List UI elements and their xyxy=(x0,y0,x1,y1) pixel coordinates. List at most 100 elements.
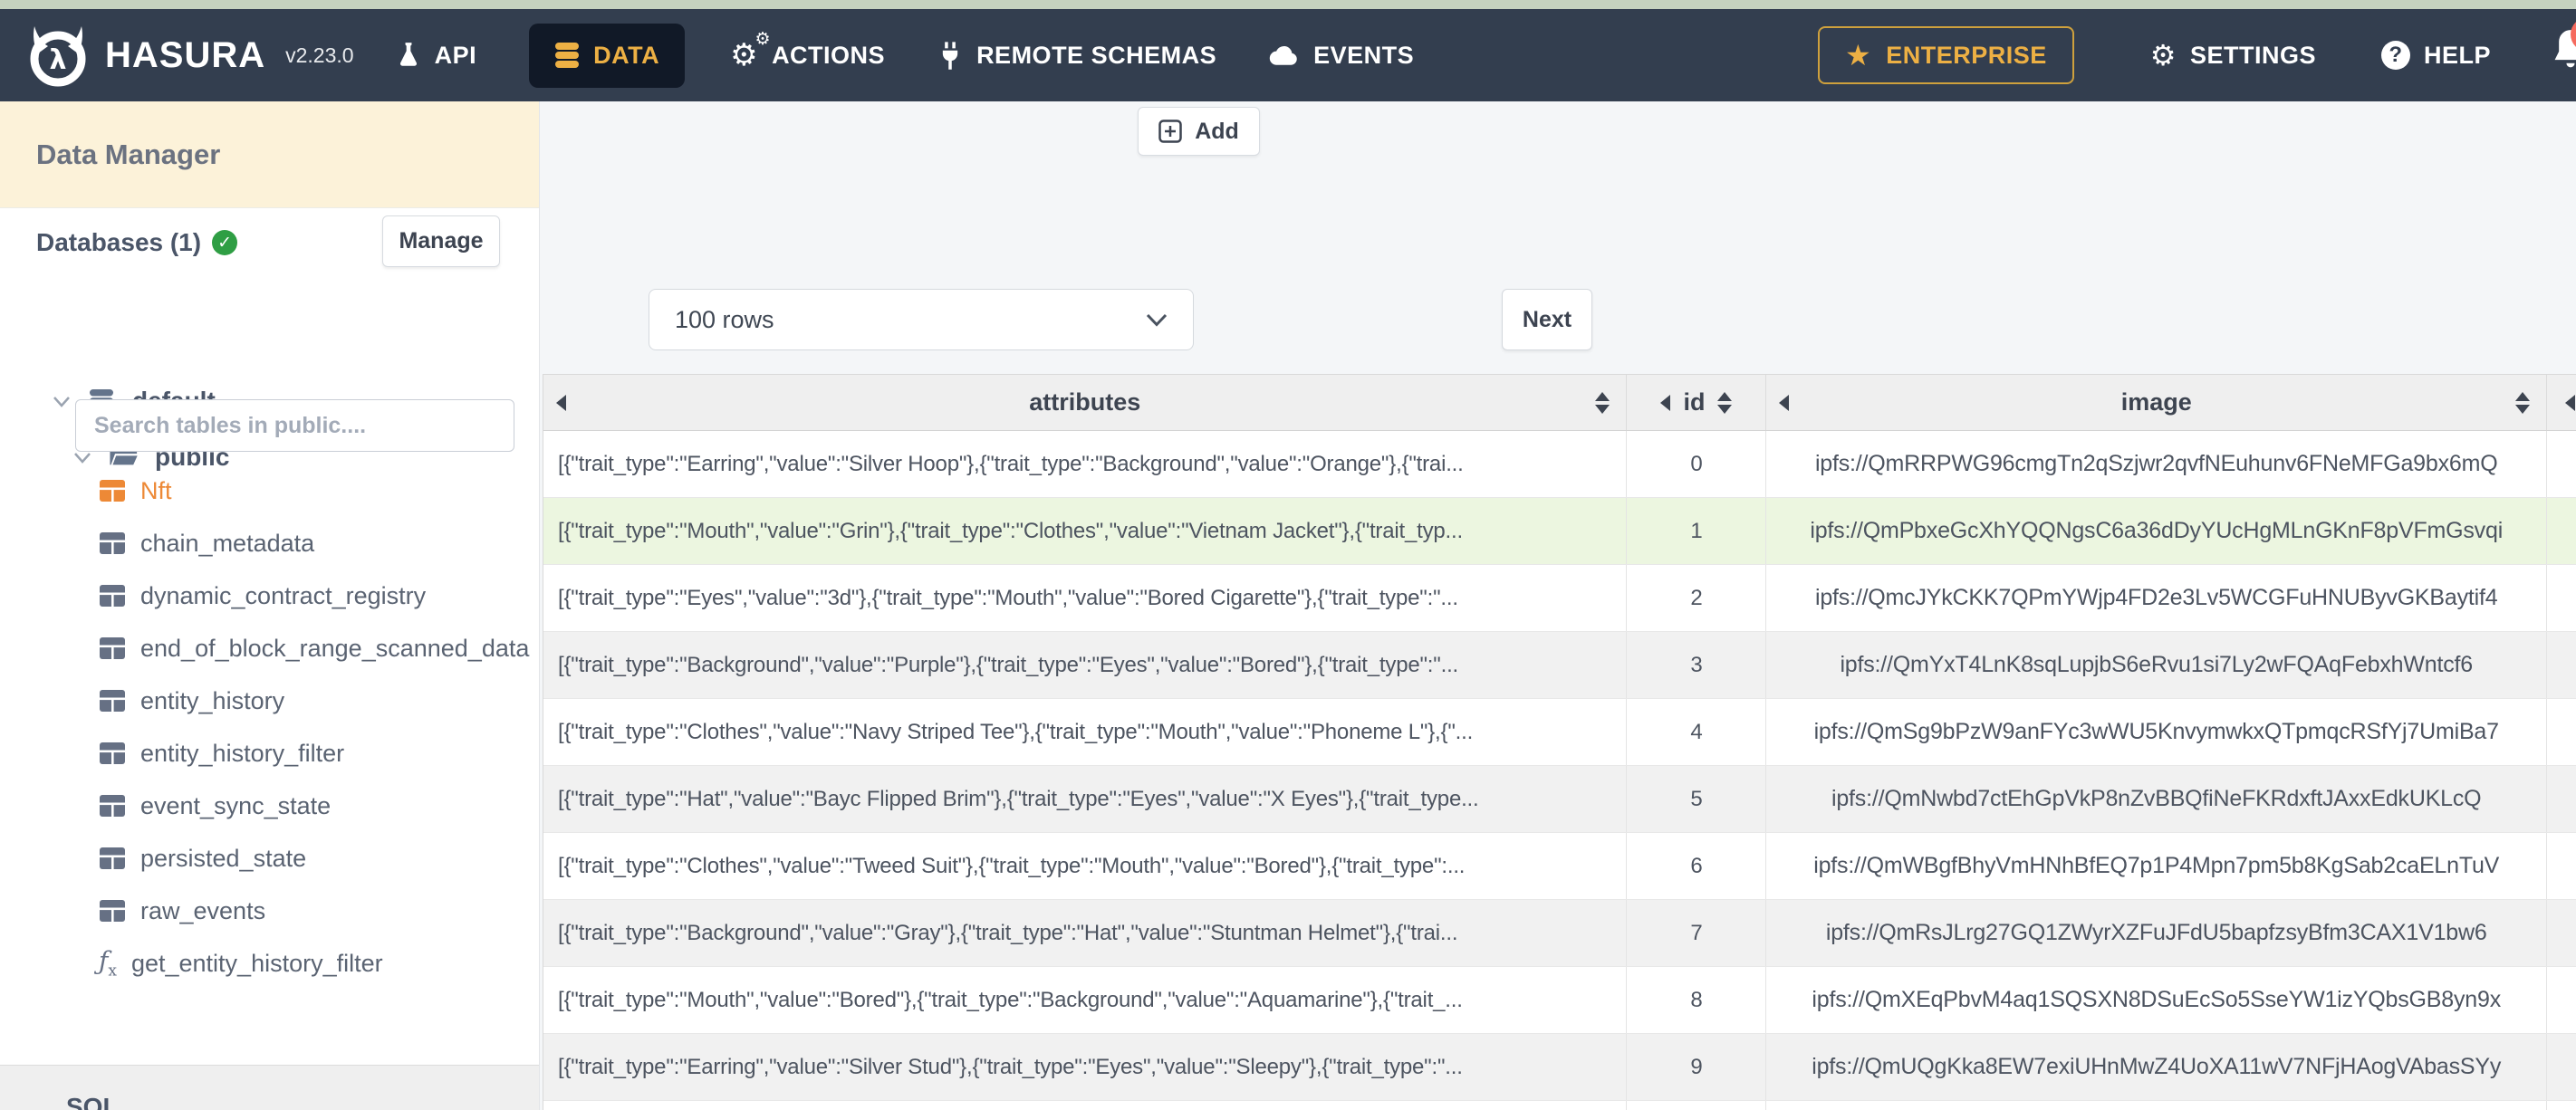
nav-item-remote-schemas[interactable]: REMOTE SCHEMAS xyxy=(937,41,1216,70)
table-row[interactable]: [{"trait_type":"Clothes","value":"Navy S… xyxy=(543,699,2576,766)
data-manager-header: Data Manager xyxy=(0,101,539,208)
cell-id[interactable]: 1 xyxy=(1627,498,1767,564)
cell-clipped xyxy=(2547,833,2576,899)
function-name: get_entity_history_filter xyxy=(130,949,383,977)
cell-id[interactable]: 4 xyxy=(1627,699,1767,765)
cell-attributes[interactable]: [{"trait_type":"Background","value":"Pur… xyxy=(543,632,1628,698)
cell-attributes[interactable]: [{"trait_type":"Mouth","value":"Grin"},{… xyxy=(543,498,1628,564)
cell-id[interactable]: 8 xyxy=(1627,967,1767,1033)
cell-clipped xyxy=(2547,1034,2576,1100)
table-icon xyxy=(99,636,126,660)
rows-per-page-select[interactable]: 100 rows xyxy=(649,289,1194,350)
sidebar-table-item[interactable]: dynamic_contract_registry xyxy=(0,569,539,622)
table-icon xyxy=(99,899,126,923)
collapse-column-icon[interactable] xyxy=(1660,394,1671,411)
table-row[interactable]: [{"trait_type":"Eyes","value":"3d"},{"tr… xyxy=(543,565,2576,632)
cell-attributes[interactable]: [{"trait_type":"Clothes","value":"Tweed … xyxy=(543,833,1628,899)
cell-attributes[interactable]: [{"trait_type":"Eyes","value":"3d"},{"tr… xyxy=(543,565,1628,631)
cell-attributes[interactable]: [{"trait_type":"Earring","value":"Silver… xyxy=(543,431,1628,497)
chevron-down-icon[interactable] xyxy=(53,396,71,407)
column-header-attributes[interactable]: attributes xyxy=(543,375,1628,430)
table-row[interactable]: [{"trait_type":"Mouth","value":"Bored"},… xyxy=(543,967,2576,1034)
cell-image[interactable]: ipfs://QmRRPWG96cmgTn2qSzjwr2qvfNEuhunv6… xyxy=(1766,431,2548,497)
cell-image[interactable]: ipfs://QmRsJLrg27GQ1ZWyrXZFuJFdU5bapfzsy… xyxy=(1766,900,2548,966)
nav-item-api[interactable]: API xyxy=(396,42,477,70)
collapse-column-icon[interactable] xyxy=(556,394,566,411)
cell-clipped xyxy=(2547,632,2576,698)
enterprise-button[interactable]: ★ ENTERPRISE xyxy=(1818,26,2074,84)
column-header-image[interactable]: image xyxy=(1766,375,2548,430)
chevron-down-icon[interactable] xyxy=(73,452,91,464)
table-row[interactable]: [{"trait_type":"Background","value":"Gra… xyxy=(543,900,2576,967)
cell-image[interactable]: ipfs://QmUQgKka8EW7exiUHnMwZ4UoXA11wV7NF… xyxy=(1766,1034,2548,1100)
cell-id[interactable]: 9 xyxy=(1627,1034,1767,1100)
cell-id[interactable]: 3 xyxy=(1627,632,1767,698)
cell-image[interactable]: ipfs://QmSg9bPzW9anFYc3wWU5KnvymwkxQTpmq… xyxy=(1766,699,2548,765)
cell-image[interactable]: ipfs://QmYxT4LnK8sqLupjbS6eRvu1si7Ly2wFQ… xyxy=(1766,632,2548,698)
settings-button[interactable]: ⚙ SETTINGS xyxy=(2150,41,2316,70)
cell-image[interactable] xyxy=(1766,1101,2548,1110)
table-row[interactable] xyxy=(543,1101,2576,1110)
cell-attributes[interactable] xyxy=(543,1101,1628,1110)
sort-icon[interactable] xyxy=(1717,391,1733,414)
cell-attributes[interactable]: [{"trait_type":"Hat","value":"Bayc Flipp… xyxy=(543,766,1628,832)
sidebar-footer: SQL xyxy=(0,1065,539,1110)
cell-attributes[interactable]: [{"trait_type":"Mouth","value":"Bored"},… xyxy=(543,967,1628,1033)
column-header-id[interactable]: id xyxy=(1627,375,1767,430)
sidebar-table-item[interactable]: event_sync_state xyxy=(0,780,539,832)
notifications-button[interactable]: 8 xyxy=(2551,17,2576,82)
table-row[interactable]: [{"trait_type":"Mouth","value":"Grin"},{… xyxy=(543,498,2576,565)
table-row[interactable]: [{"trait_type":"Earring","value":"Silver… xyxy=(543,1034,2576,1101)
search-input[interactable] xyxy=(75,399,514,452)
cell-id[interactable]: 6 xyxy=(1627,833,1767,899)
cell-id[interactable]: 5 xyxy=(1627,766,1767,832)
cell-clipped xyxy=(2547,766,2576,832)
cell-image[interactable]: ipfs://QmcJYkCKK7QPmYWjp4FD2e3Lv5WCGFuHN… xyxy=(1766,565,2548,631)
table-row[interactable]: [{"trait_type":"Hat","value":"Bayc Flipp… xyxy=(543,766,2576,833)
manage-button[interactable]: Manage xyxy=(382,215,500,267)
cell-image[interactable]: ipfs://QmXEqPbvM4aq1SQSXN8DSuEcSo5SseYW1… xyxy=(1766,967,2548,1033)
check-icon: ✓ xyxy=(212,230,238,255)
sidebar-table-item[interactable]: raw_events xyxy=(0,885,539,937)
sidebar-function-item[interactable]: ƒx get_entity_history_filter xyxy=(0,937,539,990)
cell-image[interactable]: ipfs://QmPbxeGcXhYQQNgsC6a36dDyYUcHgMLnG… xyxy=(1766,498,2548,564)
table-icon xyxy=(99,584,126,608)
cell-id[interactable]: 2 xyxy=(1627,565,1767,631)
next-page-button[interactable]: Next xyxy=(1502,289,1592,350)
nav-item-events[interactable]: EVENTS xyxy=(1269,42,1414,70)
sql-link[interactable]: SQL xyxy=(66,1093,119,1110)
sidebar-table-item[interactable]: entity_history xyxy=(0,675,539,727)
add-label: Add xyxy=(1195,118,1239,144)
table-icon xyxy=(99,742,126,765)
cell-attributes[interactable]: [{"trait_type":"Clothes","value":"Navy S… xyxy=(543,699,1628,765)
nav-item-data[interactable]: DATA xyxy=(529,23,686,88)
cell-attributes[interactable]: [{"trait_type":"Earring","value":"Silver… xyxy=(543,1034,1628,1100)
help-button[interactable]: ? HELP xyxy=(2380,41,2491,70)
table-row[interactable]: [{"trait_type":"Background","value":"Pur… xyxy=(543,632,2576,699)
table-name: chain_metadata xyxy=(140,529,315,557)
sidebar-table-item[interactable]: chain_metadata xyxy=(0,517,539,569)
cell-attributes[interactable]: [{"trait_type":"Background","value":"Gra… xyxy=(543,900,1628,966)
table-name: end_of_block_range_scanned_data xyxy=(140,634,530,662)
sidebar-table-item[interactable]: entity_history_filter xyxy=(0,727,539,780)
sidebar-table-item[interactable]: Nft xyxy=(0,464,539,517)
cell-id[interactable]: 0 xyxy=(1627,431,1767,497)
cell-image[interactable]: ipfs://QmWBgfBhyVmHNhBfEQ7p1P4Mpn7pm5b8K… xyxy=(1766,833,2548,899)
cell-image[interactable]: ipfs://QmNwbd7ctEhGpVkP8nZvBBQfiNeFKRdxf… xyxy=(1766,766,2548,832)
collapse-column-icon[interactable] xyxy=(2565,394,2576,411)
cell-clipped xyxy=(2547,498,2576,564)
sort-icon[interactable] xyxy=(2515,391,2531,414)
collapse-column-icon[interactable] xyxy=(1779,394,1790,411)
column-header-clipped[interactable] xyxy=(2547,375,2576,430)
cell-id[interactable]: 7 xyxy=(1627,900,1767,966)
cell-id[interactable] xyxy=(1627,1101,1767,1110)
table-row[interactable]: [{"trait_type":"Earring","value":"Silver… xyxy=(543,431,2576,498)
hasura-logo[interactable]: λ xyxy=(24,21,92,90)
plug-icon xyxy=(937,41,963,70)
add-button[interactable]: Add xyxy=(1138,107,1260,156)
nav-item-actions[interactable]: ⚙ ⚙ ACTIONS xyxy=(730,31,885,72)
table-row[interactable]: [{"trait_type":"Clothes","value":"Tweed … xyxy=(543,833,2576,900)
sort-icon[interactable] xyxy=(1595,391,1610,414)
sidebar-table-item[interactable]: persisted_state xyxy=(0,832,539,885)
sidebar-table-item[interactable]: end_of_block_range_scanned_data xyxy=(0,622,539,675)
